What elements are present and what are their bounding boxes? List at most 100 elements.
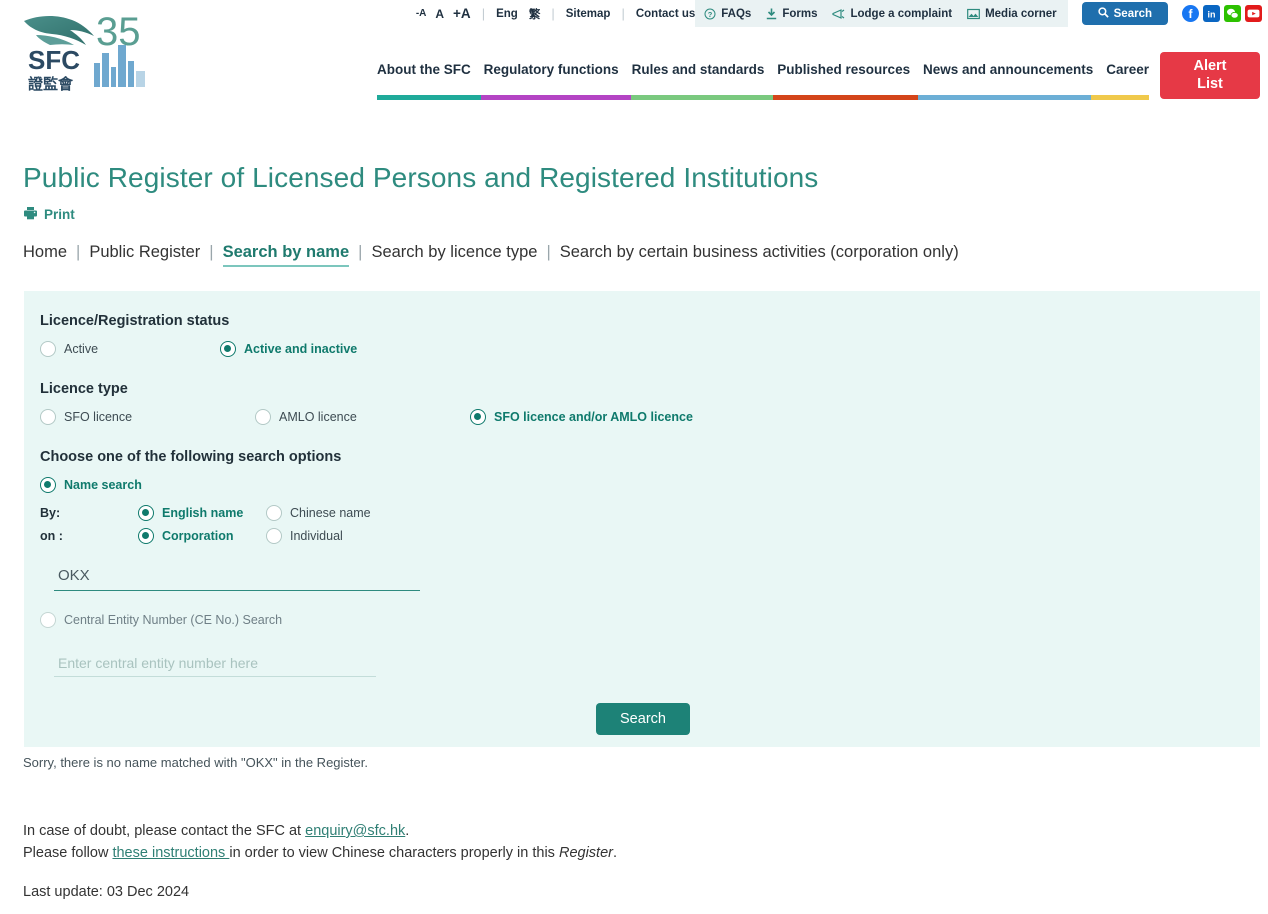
name-search-input[interactable] bbox=[54, 563, 420, 591]
lang-eng[interactable]: Eng bbox=[496, 8, 518, 20]
sitemap-link[interactable]: Sitemap bbox=[566, 8, 611, 20]
nav-color-bars bbox=[377, 95, 1149, 100]
radio-type-sfo-licence[interactable]: SFO licence bbox=[40, 409, 255, 425]
print-label: Print bbox=[44, 207, 75, 222]
facebook-icon[interactable]: f bbox=[1182, 5, 1199, 22]
licence-type-radio-group: SFO licence AMLO licence SFO licence and… bbox=[40, 409, 1260, 425]
faqs-link[interactable]: ? FAQs bbox=[704, 8, 751, 20]
licence-status-heading: Licence/Registration status bbox=[40, 313, 230, 329]
sfc-logo[interactable]: 35 SFC 證監會 bbox=[18, 5, 158, 97]
svg-text:證監會: 證監會 bbox=[28, 75, 74, 93]
nav-color-bar-4 bbox=[918, 95, 1091, 100]
quick-links-group: ? FAQs Forms Lodge a complaint Media cor… bbox=[695, 0, 1068, 27]
radio-by-chinese-name[interactable]: Chinese name bbox=[266, 505, 371, 521]
print-button[interactable]: Print bbox=[23, 206, 75, 223]
forms-label: Forms bbox=[782, 7, 818, 20]
nav-career[interactable]: Career bbox=[1106, 62, 1149, 77]
radio-ce-number-search[interactable]: Central Entity Number (CE No.) Search bbox=[40, 612, 282, 628]
megaphone-icon bbox=[832, 8, 845, 20]
radio-dot bbox=[40, 409, 56, 425]
language-switcher: Eng 繁 bbox=[496, 6, 540, 22]
search-icon bbox=[1097, 6, 1109, 21]
contact-us-link[interactable]: Contact us bbox=[636, 8, 695, 20]
nav-color-bar-3 bbox=[773, 95, 918, 100]
nav-regulatory-functions[interactable]: Regulatory functions bbox=[484, 62, 619, 77]
image-icon bbox=[967, 8, 980, 20]
radio-type-sfo-and-or-amlo[interactable]: SFO licence and/or AMLO licence bbox=[470, 409, 693, 425]
nav-news-and-announcements[interactable]: News and announcements bbox=[923, 62, 1093, 77]
lang-trad-chinese[interactable]: 繁 bbox=[529, 6, 541, 22]
footer-line-2: Please follow these instructions in orde… bbox=[23, 842, 617, 864]
svg-text:in: in bbox=[1208, 10, 1216, 20]
radio-label: AMLO licence bbox=[279, 410, 357, 424]
linkedin-icon[interactable]: in bbox=[1203, 5, 1220, 22]
footer-register-word: Register bbox=[558, 845, 613, 862]
font-normal-button[interactable]: A bbox=[435, 7, 444, 21]
radio-dot bbox=[266, 528, 282, 544]
radio-on-corporation[interactable]: Corporation bbox=[138, 528, 266, 544]
radio-on-individual[interactable]: Individual bbox=[266, 528, 343, 544]
radio-dot bbox=[138, 505, 154, 521]
nav-items: About the SFC Regulatory functions Rules… bbox=[377, 62, 1149, 77]
enquiry-email-link[interactable]: enquiry@sfc.hk bbox=[305, 823, 405, 839]
breadcrumb-separator: | bbox=[76, 243, 81, 261]
search-options-heading: Choose one of the following search optio… bbox=[40, 449, 342, 465]
page-title: Public Register of Licensed Persons and … bbox=[23, 161, 819, 193]
alert-list-button[interactable]: Alert List bbox=[1160, 52, 1260, 99]
radio-label: SFO licence bbox=[64, 410, 133, 424]
divider: | bbox=[621, 6, 625, 21]
on-label: on : bbox=[40, 529, 63, 543]
ce-number-input[interactable] bbox=[54, 651, 376, 677]
radio-label: Active bbox=[64, 342, 99, 356]
youtube-icon[interactable] bbox=[1245, 5, 1262, 22]
search-form-panel: Licence/Registration status Active Activ… bbox=[24, 291, 1260, 747]
nav-color-bar-2 bbox=[631, 95, 773, 100]
site-search-button[interactable]: Search bbox=[1081, 2, 1168, 25]
these-instructions-link[interactable]: these instructions bbox=[112, 845, 229, 861]
radio-status-active[interactable]: Active bbox=[40, 341, 220, 357]
radio-type-amlo-licence[interactable]: AMLO licence bbox=[255, 409, 470, 425]
radio-label: English name bbox=[162, 506, 244, 520]
radio-status-active-and-inactive[interactable]: Active and inactive bbox=[220, 341, 400, 357]
font-increase-button[interactable]: +A bbox=[453, 6, 471, 21]
svg-text:SFC: SFC bbox=[28, 45, 80, 75]
radio-label: Active and inactive bbox=[244, 342, 358, 356]
radio-name-search[interactable]: Name search bbox=[40, 477, 142, 493]
on-row: on : Corporation Individual bbox=[40, 528, 1260, 544]
radio-by-english-name[interactable]: English name bbox=[138, 505, 266, 521]
forms-link[interactable]: Forms bbox=[766, 8, 817, 20]
footer-line-1: In case of doubt, please contact the SFC… bbox=[23, 820, 617, 842]
footer-line2-mid: in order to view Chinese characters prop… bbox=[229, 845, 559, 862]
question-circle-icon: ? bbox=[704, 8, 716, 20]
site-search-label: Search bbox=[1113, 7, 1152, 20]
breadcrumb-item-search-by-business-activities[interactable]: Search by certain business activities (c… bbox=[560, 243, 959, 262]
radio-label: SFO licence and/or AMLO licence bbox=[494, 410, 693, 424]
breadcrumb-item-search-by-licence-type[interactable]: Search by licence type bbox=[371, 243, 537, 262]
by-label: By: bbox=[40, 506, 61, 520]
breadcrumb-item-search-by-name[interactable]: Search by name bbox=[222, 243, 350, 267]
wechat-icon[interactable] bbox=[1224, 5, 1241, 22]
footer-line1-after: . bbox=[405, 823, 410, 839]
nav-about-the-sfc[interactable]: About the SFC bbox=[377, 62, 471, 77]
breadcrumb-item-public-register[interactable]: Public Register bbox=[89, 243, 200, 262]
radio-label: Individual bbox=[290, 529, 343, 543]
breadcrumb-separator: | bbox=[358, 243, 363, 261]
radio-label: Central Entity Number (CE No.) Search bbox=[64, 613, 283, 627]
submit-search-button[interactable]: Search bbox=[596, 703, 690, 735]
footer-line2-after: . bbox=[612, 845, 617, 862]
last-update-text: Last update: 03 Dec 2024 bbox=[23, 884, 190, 900]
alert-list-line2: List bbox=[1197, 75, 1223, 92]
by-row: By: English name Chinese name bbox=[40, 505, 1260, 521]
lodge-complaint-link[interactable]: Lodge a complaint bbox=[832, 8, 952, 20]
printer-icon bbox=[23, 206, 38, 223]
nav-color-bar-5 bbox=[1091, 95, 1149, 100]
font-size-controls: -A A +A bbox=[416, 6, 471, 21]
radio-dot bbox=[470, 409, 486, 425]
nav-rules-and-standards[interactable]: Rules and standards bbox=[632, 62, 765, 77]
faqs-label: FAQs bbox=[721, 7, 752, 20]
media-corner-link[interactable]: Media corner bbox=[967, 8, 1057, 20]
breadcrumb-item-home[interactable]: Home bbox=[23, 243, 67, 262]
nav-published-resources[interactable]: Published resources bbox=[777, 62, 910, 77]
font-decrease-button[interactable]: -A bbox=[416, 8, 427, 19]
radio-label: Chinese name bbox=[290, 506, 371, 520]
